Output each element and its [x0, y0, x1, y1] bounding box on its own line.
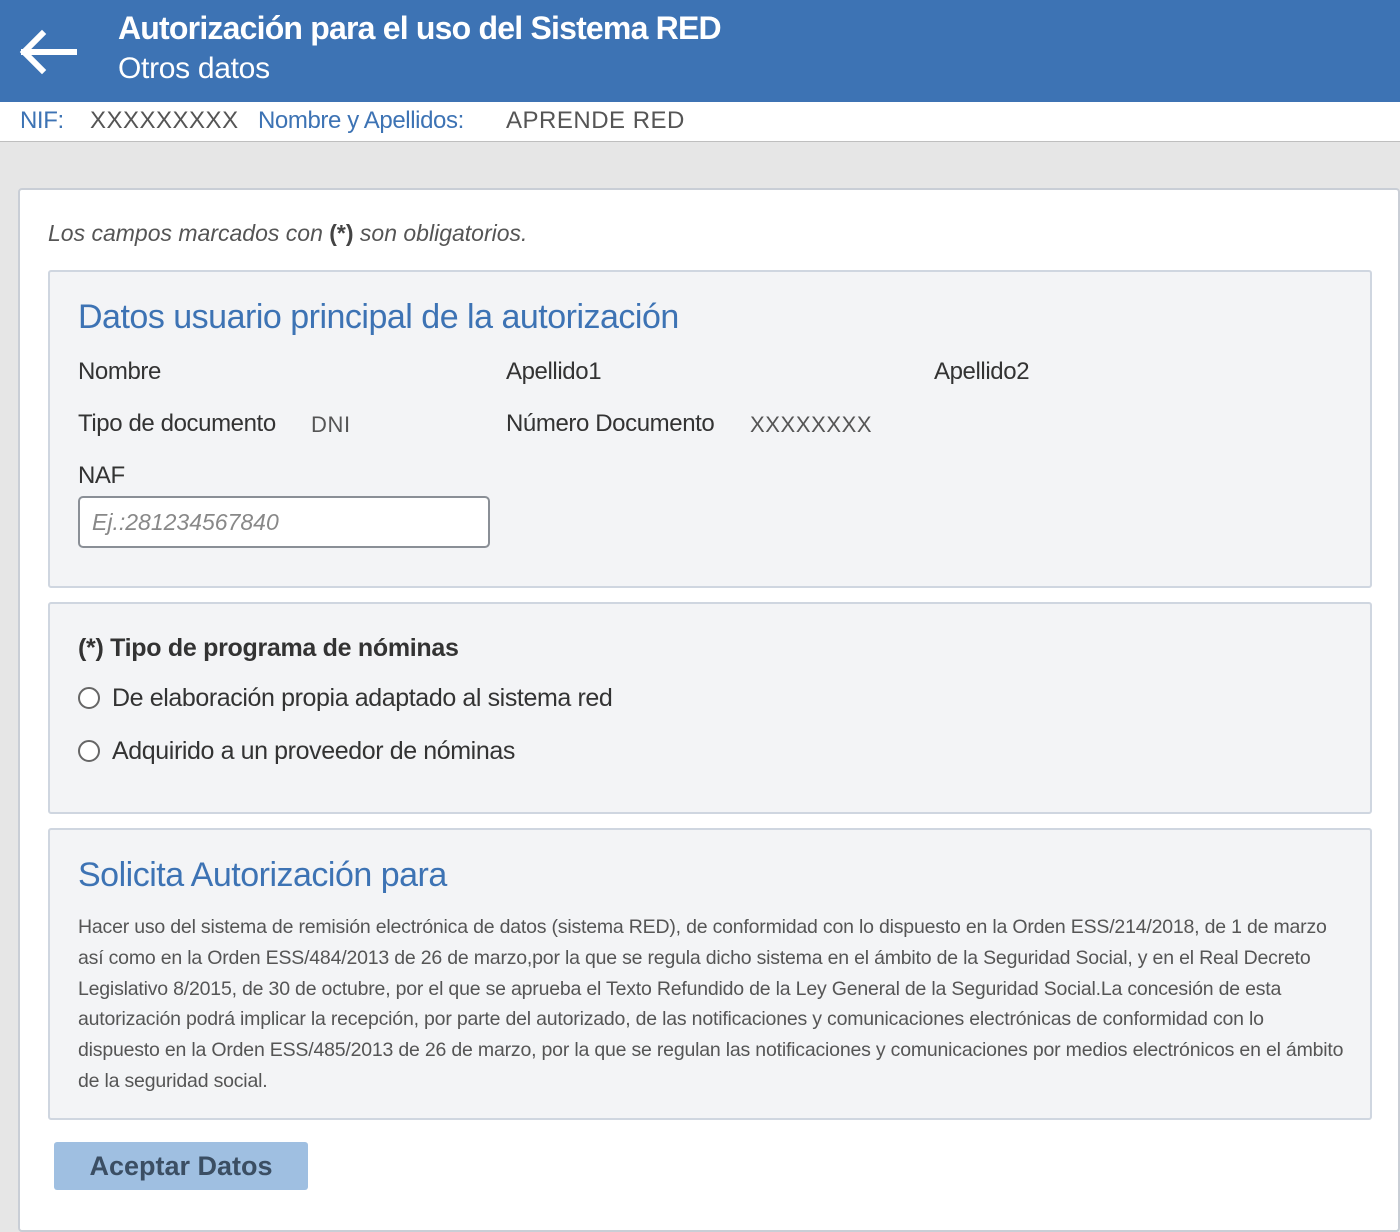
page-subtitle: Otros datos [118, 52, 270, 85]
solicita-panel: Solicita Autorización para Hacer uso del… [48, 828, 1372, 1120]
name-label: Nombre y Apellidos: [258, 107, 464, 134]
radio-elaboracion-propia[interactable]: De elaboración propia adaptado al sistem… [78, 684, 613, 713]
tipo-documento-label: Tipo de documento [78, 410, 276, 437]
required-note-prefix: Los campos marcados con [48, 220, 323, 246]
accept-button[interactable]: Aceptar Datos [54, 1142, 308, 1190]
form-card: Los campos marcados con (*) son obligato… [18, 188, 1400, 1232]
app-header: Autorización para el uso del Sistema RED… [0, 0, 1400, 102]
numero-documento-label: Número Documento [506, 410, 715, 437]
principal-title: Datos usuario principal de la autorizaci… [78, 298, 679, 336]
solicita-title: Solicita Autorización para [78, 856, 447, 894]
nominas-panel: (*) Tipo de programa de nóminas De elabo… [48, 602, 1372, 814]
naf-input[interactable] [78, 496, 490, 548]
radio-elaboracion-propia-label: De elaboración propia adaptado al sistem… [112, 684, 613, 712]
naf-label: NAF [78, 462, 125, 489]
required-marker: (*) [329, 220, 354, 246]
numero-documento-value: XXXXXXXX [750, 412, 873, 437]
required-note-suffix: son obligatorios. [359, 220, 528, 246]
tipo-documento-value: DNI [311, 412, 351, 437]
identity-bar: NIF: XXXXXXXXX Nombre y Apellidos: APREN… [0, 102, 1400, 142]
radio-proveedor-label: Adquirido a un proveedor de nóminas [112, 737, 515, 765]
radio-circle-icon[interactable] [78, 740, 100, 762]
apellido1-label: Apellido1 [506, 358, 602, 385]
nif-label: NIF: [20, 107, 64, 134]
nif-value: XXXXXXXXX [90, 107, 239, 134]
radio-proveedor[interactable]: Adquirido a un proveedor de nóminas [78, 737, 515, 766]
header-titles: Autorización para el uso del Sistema RED… [118, 8, 722, 90]
legal-text: Hacer uso del sistema de remisión electr… [78, 916, 1344, 1092]
radio-circle-icon[interactable] [78, 687, 100, 709]
page-title: Autorización para el uso del Sistema RED [118, 10, 722, 46]
required-fields-note: Los campos marcados con (*) son obligato… [48, 220, 527, 247]
apellido2-label: Apellido2 [934, 358, 1030, 385]
arrow-left-icon[interactable] [16, 24, 80, 80]
nombre-label: Nombre [78, 358, 161, 385]
name-value: APRENDE RED [506, 107, 685, 134]
principal-user-panel: Datos usuario principal de la autorizaci… [48, 270, 1372, 588]
nominas-heading: (*) Tipo de programa de nóminas [78, 634, 459, 662]
